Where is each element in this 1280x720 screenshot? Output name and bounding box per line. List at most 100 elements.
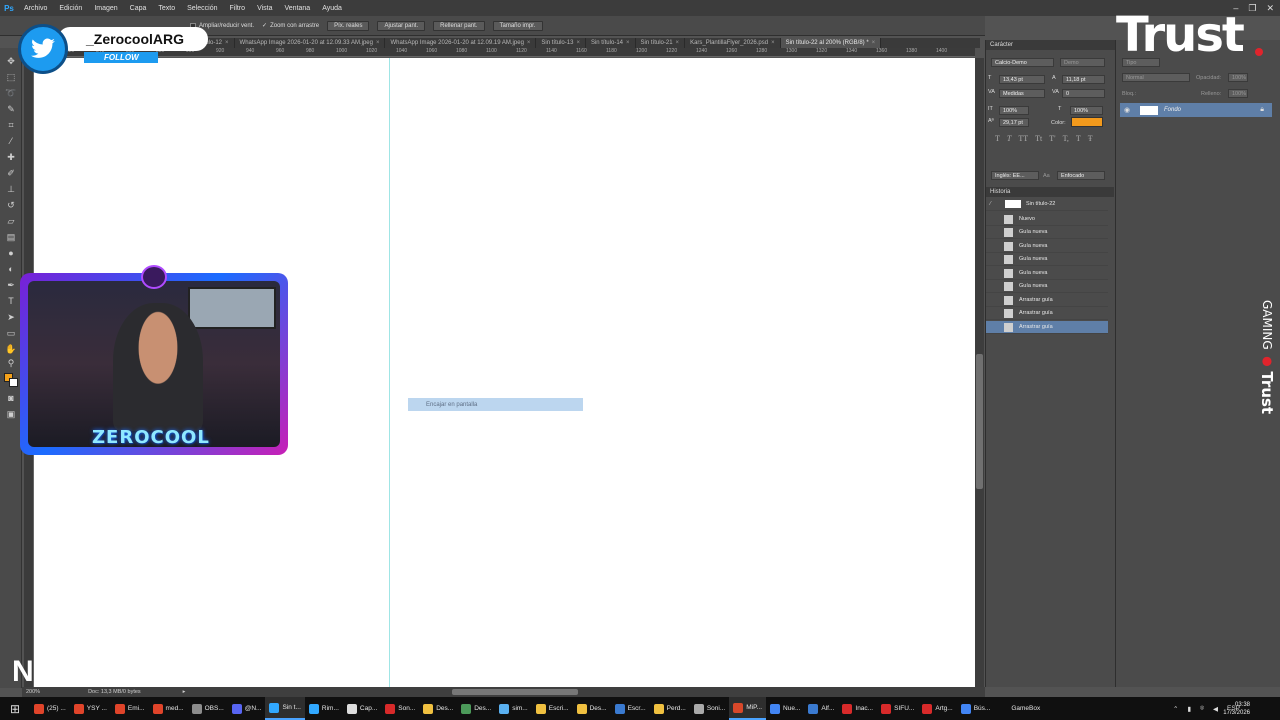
actual-pixels-button[interactable]: Píx. reales: [327, 20, 370, 31]
taskbar-item[interactable]: Bús...: [957, 697, 995, 720]
tracking-field[interactable]: 0: [1062, 89, 1105, 98]
taskbar-item[interactable]: Perd...: [650, 697, 690, 720]
tray-expand-icon[interactable]: ⌃: [1173, 705, 1178, 713]
quick-select-tool-icon[interactable]: ✎: [6, 104, 16, 114]
close-icon[interactable]: ×: [376, 40, 380, 46]
fill-field[interactable]: 100%: [1228, 89, 1248, 98]
history-brush-tool-icon[interactable]: ↺: [6, 200, 16, 210]
close-icon[interactable]: ✕: [1266, 3, 1274, 14]
taskbar-item[interactable]: Son...: [381, 697, 419, 720]
scroll-thumb[interactable]: [976, 354, 983, 489]
taskbar-item[interactable]: Des...: [457, 697, 495, 720]
kerning-field[interactable]: Medidas: [999, 89, 1045, 98]
taskbar-item[interactable]: Des...: [419, 697, 457, 720]
shape-tool-icon[interactable]: ▭: [6, 328, 16, 338]
document-tab[interactable]: Sin título-21 ×: [636, 38, 686, 48]
taskbar-item[interactable]: sim...: [495, 697, 532, 720]
healing-brush-tool-icon[interactable]: ✚: [6, 152, 16, 162]
faux-italic-icon[interactable]: T: [1007, 134, 1011, 143]
taskbar-item[interactable]: med...: [149, 697, 188, 720]
all-caps-icon[interactable]: TT: [1018, 134, 1028, 143]
history-state[interactable]: Arrastrar guía: [986, 294, 1108, 307]
quick-mask-icon[interactable]: ◙: [6, 393, 16, 403]
windows-start-icon[interactable]: ⊞: [0, 702, 30, 716]
visibility-eye-icon[interactable]: ◉: [1124, 106, 1134, 114]
vertical-scrollbar[interactable]: [975, 58, 984, 687]
taskbar-item[interactable]: Soni...: [690, 697, 729, 720]
print-size-button[interactable]: Tamaño impr.: [492, 20, 543, 31]
font-family-select[interactable]: Calcio-Demo: [991, 58, 1054, 67]
status-arrow-icon[interactable]: ▸: [183, 689, 186, 695]
path-select-tool-icon[interactable]: ➤: [6, 312, 16, 322]
taskbar-item[interactable]: Rim...: [305, 697, 343, 720]
underline-icon[interactable]: T: [1076, 134, 1081, 143]
document-tab[interactable]: Sin título-13 ×: [536, 38, 586, 48]
history-state[interactable]: Guía nueva: [986, 253, 1108, 266]
language-select[interactable]: Inglés: EE...: [991, 171, 1039, 180]
menu-texto[interactable]: Texto: [152, 5, 181, 12]
brush-tool-icon[interactable]: ✐: [6, 168, 16, 178]
volume-icon[interactable]: ◀: [1213, 705, 1218, 713]
history-state[interactable]: Arrastrar guía: [986, 307, 1108, 320]
close-icon[interactable]: ×: [225, 40, 229, 46]
character-panel-title[interactable]: Carácter: [986, 40, 1115, 50]
document-tab-active[interactable]: Sin título-22 al 200% (RGB/8) * ×: [780, 38, 882, 48]
close-icon[interactable]: ×: [527, 40, 531, 46]
history-state[interactable]: Nuevo: [986, 213, 1108, 226]
marquee-tool-icon[interactable]: ⬚: [6, 72, 16, 82]
menu-imagen[interactable]: Imagen: [88, 5, 123, 12]
taskbar-item[interactable]: Sin t...: [265, 697, 305, 720]
font-style-select[interactable]: Demo: [1060, 58, 1105, 67]
vertical-guide[interactable]: [389, 58, 390, 687]
taskbar-item[interactable]: @N...: [228, 697, 266, 720]
font-size-field[interactable]: 13,43 pt: [999, 75, 1045, 84]
vertical-scale-field[interactable]: 100%: [999, 106, 1029, 115]
taskbar-item[interactable]: Nue...: [766, 697, 804, 720]
fill-screen-button[interactable]: Rellenar pant.: [433, 20, 485, 31]
clock[interactable]: 03:38 17/3/2026: [1223, 701, 1250, 717]
close-icon[interactable]: ×: [626, 40, 630, 46]
taskbar-item[interactable]: Alf...: [804, 697, 838, 720]
close-icon[interactable]: ×: [676, 40, 680, 46]
small-caps-icon[interactable]: Tt: [1035, 134, 1042, 143]
taskbar-item[interactable]: Escr...: [611, 697, 650, 720]
history-state[interactable]: Guía nueva: [986, 267, 1108, 280]
leading-field[interactable]: 11,18 pt: [1062, 75, 1105, 84]
history-snapshot[interactable]: ⁄ Sin título-22: [986, 198, 1108, 211]
taskbar-item[interactable]: (25) ...: [30, 697, 70, 720]
history-state[interactable]: Guía nueva: [986, 280, 1108, 293]
history-state-current[interactable]: Arrastrar guía: [986, 321, 1108, 334]
antialias-select[interactable]: Enfocado: [1057, 171, 1105, 180]
eyedropper-tool-icon[interactable]: ⁄: [6, 136, 16, 146]
document-tab[interactable]: Sin título-14 ×: [586, 38, 636, 48]
document-tab[interactable]: WhatsApp Image 2026-01-20 at 12.09.33 AM…: [235, 38, 386, 48]
network-icon[interactable]: ⌾: [1200, 705, 1204, 713]
layer-row-fondo[interactable]: ◉ Fondo 🔒︎: [1120, 103, 1272, 117]
history-state[interactable]: Guía nueva: [986, 226, 1108, 239]
taskbar-item[interactable]: YSY ...: [70, 697, 111, 720]
battery-icon[interactable]: ▮: [1188, 705, 1192, 713]
menu-ventana[interactable]: Ventana: [279, 5, 317, 12]
menu-vista[interactable]: Vista: [251, 5, 278, 12]
horizontal-scale-field[interactable]: 100%: [1070, 106, 1103, 115]
superscript-icon[interactable]: T': [1049, 134, 1055, 143]
history-panel-title[interactable]: Historia: [986, 187, 1114, 197]
dodge-tool-icon[interactable]: ◐: [6, 264, 16, 274]
hand-tool-icon[interactable]: ✋: [5, 344, 16, 354]
document-tab[interactable]: WhatsApp Image 2026-01-20 at 12.09.19 AM…: [385, 38, 537, 48]
type-tool-icon[interactable]: T: [6, 296, 16, 306]
crop-tool-icon[interactable]: ⌗: [6, 120, 16, 130]
menu-edicion[interactable]: Edición: [53, 5, 88, 12]
zoom-level[interactable]: 200%: [26, 689, 40, 695]
close-icon[interactable]: ×: [872, 40, 876, 46]
gradient-tool-icon[interactable]: ▤: [6, 232, 16, 242]
baseline-field[interactable]: 29,17 pt: [999, 118, 1029, 127]
eraser-tool-icon[interactable]: ▱: [6, 216, 16, 226]
strikethrough-icon[interactable]: Ŧ: [1088, 134, 1093, 143]
menu-capa[interactable]: Capa: [124, 5, 153, 12]
taskbar-item[interactable]: MiP...: [729, 697, 767, 720]
history-state[interactable]: Guía nueva: [986, 240, 1108, 253]
blur-tool-icon[interactable]: ●: [6, 248, 16, 258]
subscript-icon[interactable]: T,: [1063, 134, 1069, 143]
close-icon[interactable]: ×: [576, 40, 580, 46]
